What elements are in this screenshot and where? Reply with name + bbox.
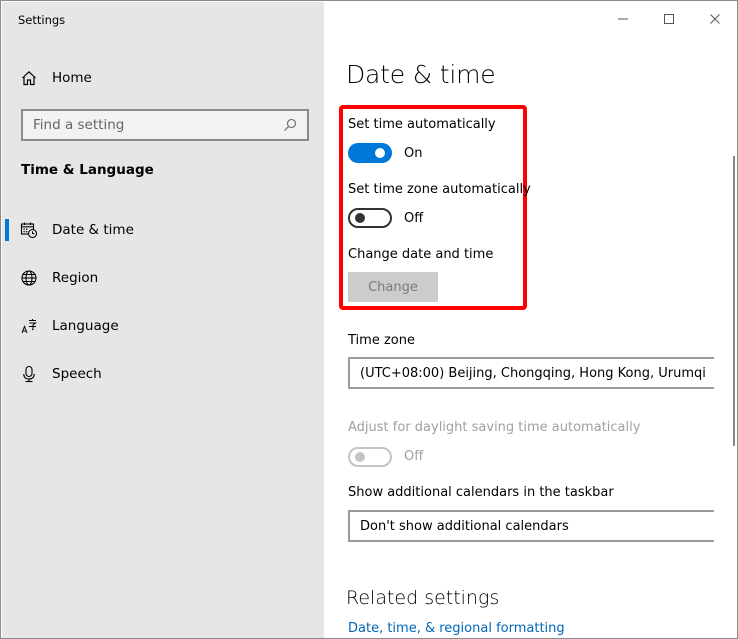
maximize-icon bbox=[663, 10, 675, 29]
search-icon[interactable] bbox=[279, 114, 301, 136]
set-time-auto-state: On bbox=[404, 146, 423, 161]
daylight-label: Adjust for daylight saving time automati… bbox=[348, 420, 641, 435]
toggle-knob bbox=[375, 148, 385, 158]
main-content: Date & time Set time automatically On Se… bbox=[324, 2, 737, 638]
maximize-button[interactable] bbox=[646, 2, 692, 36]
language-icon bbox=[20, 317, 38, 335]
set-time-auto-label: Set time automatically bbox=[348, 117, 496, 132]
toggle-knob bbox=[355, 213, 365, 223]
close-icon bbox=[709, 10, 721, 29]
nav-home-label: Home bbox=[52, 70, 92, 86]
minimize-button[interactable] bbox=[600, 2, 646, 36]
sidebar-item-label: Language bbox=[52, 318, 119, 334]
globe-icon bbox=[20, 269, 38, 287]
time-zone-dropdown[interactable]: (UTC+08:00) Beijing, Chongqing, Hong Kon… bbox=[348, 357, 714, 389]
caption-buttons bbox=[600, 2, 737, 36]
page-title: Date & time bbox=[346, 60, 496, 89]
set-tz-auto-label: Set time zone automatically bbox=[348, 182, 531, 197]
sidebar-item-region[interactable]: Region bbox=[2, 254, 324, 302]
settings-window: Settings Home Time & Language bbox=[0, 0, 738, 639]
sidebar: Settings Home Time & Language bbox=[2, 2, 324, 638]
daylight-state: Off bbox=[404, 449, 424, 464]
time-zone-value: (UTC+08:00) Beijing, Chongqing, Hong Kon… bbox=[360, 365, 706, 381]
set-tz-auto-toggle[interactable] bbox=[348, 208, 392, 228]
set-time-auto-toggle[interactable] bbox=[348, 143, 392, 163]
sidebar-item-speech[interactable]: Speech bbox=[2, 350, 324, 398]
minimize-icon bbox=[617, 10, 629, 29]
calendars-label: Show additional calendars in the taskbar bbox=[348, 485, 614, 500]
regional-formatting-link[interactable]: Date, time, & regional formatting bbox=[348, 621, 565, 636]
time-zone-label: Time zone bbox=[348, 333, 415, 348]
change-datetime-label: Change date and time bbox=[348, 247, 494, 262]
nav-list: Date & time Region Language Speech bbox=[2, 206, 324, 398]
app-title: Settings bbox=[18, 13, 66, 27]
related-settings-title: Related settings bbox=[346, 587, 500, 609]
sidebar-item-language[interactable]: Language bbox=[2, 302, 324, 350]
sidebar-item-date-time[interactable]: Date & time bbox=[2, 206, 324, 254]
sidebar-item-label: Date & time bbox=[52, 222, 134, 238]
close-button[interactable] bbox=[692, 2, 737, 36]
search-input[interactable] bbox=[23, 111, 279, 139]
calendar-clock-icon bbox=[20, 221, 38, 239]
change-button[interactable]: Change bbox=[348, 272, 438, 302]
home-icon bbox=[20, 69, 38, 87]
nav-home[interactable]: Home bbox=[20, 66, 300, 90]
calendars-dropdown[interactable]: Don't show additional calendars bbox=[348, 510, 714, 542]
sidebar-item-label: Speech bbox=[52, 366, 102, 382]
scrollbar[interactable] bbox=[733, 156, 735, 446]
calendars-value: Don't show additional calendars bbox=[360, 518, 569, 534]
microphone-icon bbox=[20, 365, 38, 383]
set-tz-auto-state: Off bbox=[404, 211, 424, 226]
sidebar-item-label: Region bbox=[52, 270, 99, 286]
section-title: Time & Language bbox=[21, 162, 154, 178]
search-box[interactable] bbox=[21, 109, 309, 141]
toggle-knob bbox=[355, 452, 365, 462]
daylight-toggle[interactable] bbox=[348, 447, 392, 467]
